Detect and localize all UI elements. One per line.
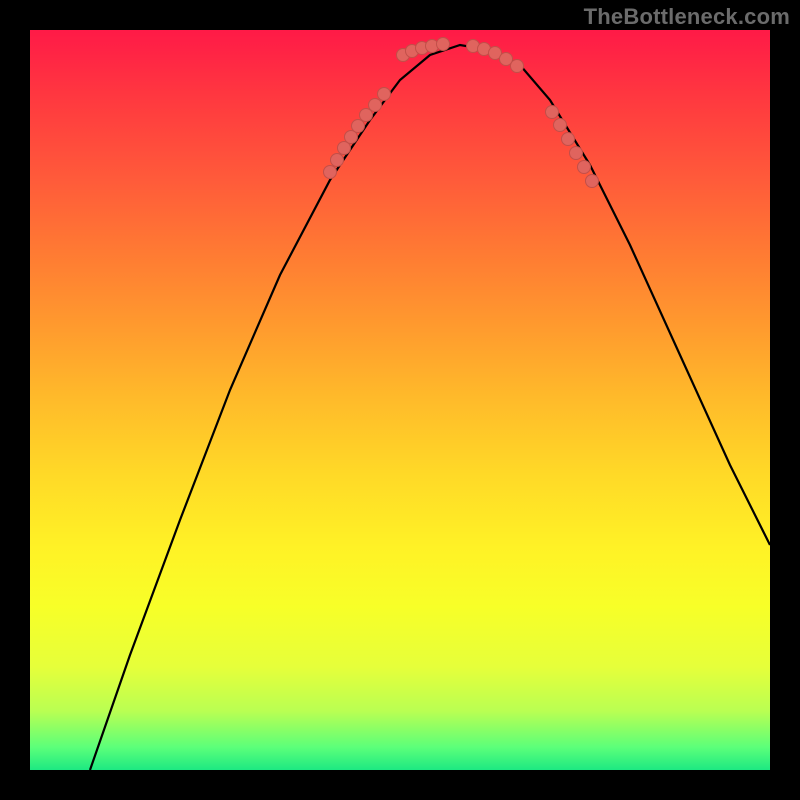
data-dot bbox=[562, 133, 575, 146]
data-dot bbox=[554, 119, 567, 132]
data-dot bbox=[331, 154, 344, 167]
data-dot bbox=[437, 38, 450, 51]
data-dot bbox=[369, 99, 382, 112]
data-dot bbox=[352, 120, 365, 133]
chart-svg bbox=[30, 30, 770, 770]
data-dot bbox=[511, 60, 524, 73]
data-dot bbox=[324, 166, 337, 179]
outer-frame: TheBottleneck.com bbox=[0, 0, 800, 800]
plot-area bbox=[30, 30, 770, 770]
data-dot bbox=[360, 109, 373, 122]
watermark-text: TheBottleneck.com bbox=[584, 4, 790, 30]
bottleneck-curve bbox=[90, 45, 770, 770]
data-dot bbox=[570, 147, 583, 160]
data-dot bbox=[378, 88, 391, 101]
data-dot bbox=[578, 161, 591, 174]
data-dot bbox=[546, 106, 559, 119]
dot-layer bbox=[324, 38, 599, 188]
data-dot bbox=[586, 175, 599, 188]
